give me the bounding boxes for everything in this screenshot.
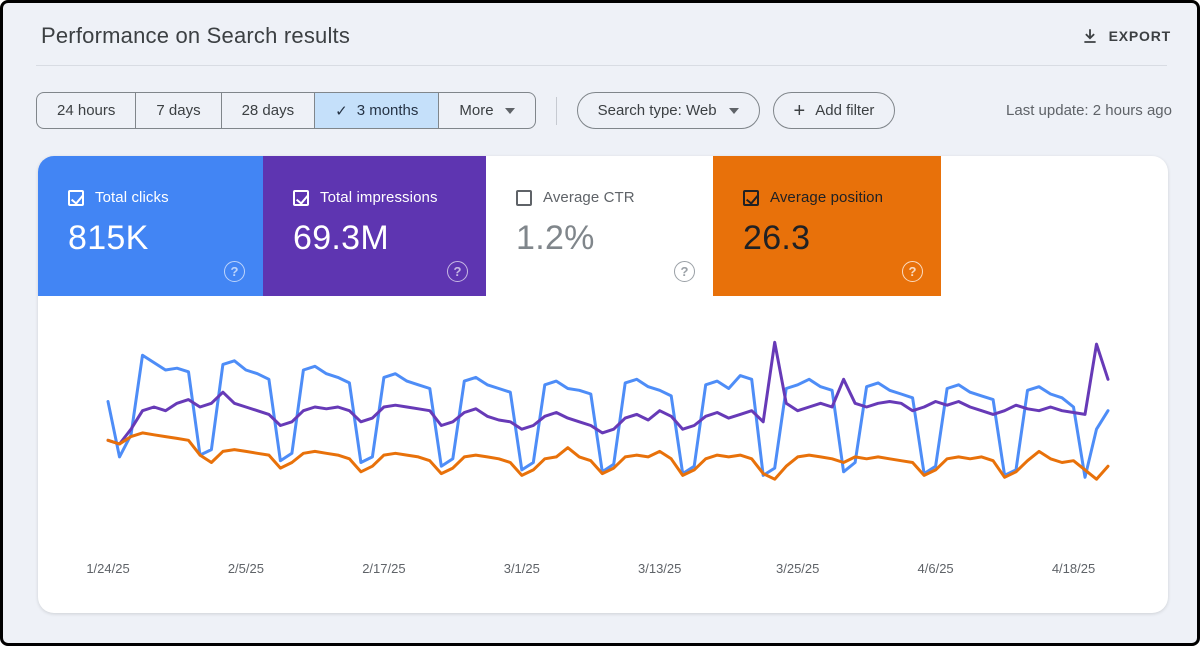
metric-label: Average CTR [543,189,635,206]
metric-tile-total-impressions[interactable]: Total impressions 69.3M ? [263,156,486,296]
help-icon[interactable]: ? [674,261,695,282]
date-range-24-hours[interactable]: ✓ 24 hours [36,92,136,129]
metric-value: 26.3 [743,219,941,258]
date-range-28-days[interactable]: ✓ 28 days [222,92,316,129]
divider [556,97,557,125]
chevron-down-icon [505,108,515,114]
export-button[interactable]: EXPORT [1081,27,1171,45]
metric-label: Average position [770,189,883,206]
performance-line-chart[interactable]: 1/24/25 2/5/25 2/17/25 3/1/25 3/13/25 3/25/25… [38,296,1168,613]
date-range-7-days[interactable]: ✓ 7 days [136,92,221,129]
x-axis-label: 3/13/25 [638,561,681,576]
total-clicks-checkbox[interactable] [68,190,84,206]
chevron-down-icon [729,108,739,114]
metric-value: 815K [68,219,263,258]
metric-label: Total clicks [95,189,169,206]
date-range-3-months[interactable]: ✓ 3 months [315,92,439,129]
x-axis-label: 3/1/25 [504,561,540,576]
metric-tiles: Total clicks 815K ? Total impressions 69… [38,156,1168,296]
performance-card: Total clicks 815K ? Total impressions 69… [38,156,1168,613]
x-axis-label: 2/5/25 [228,561,264,576]
chart-area[interactable]: 1/24/25 2/5/25 2/17/25 3/1/25 3/13/25 3/25/25… [38,296,1168,613]
x-axis-label: 1/24/25 [86,561,129,576]
page: Performance on Search results EXPORT ✓ 2… [0,0,1200,646]
metric-value: 69.3M [293,219,486,258]
average-ctr-checkbox[interactable] [516,190,532,206]
download-icon [1081,27,1099,45]
chip-label: 28 days [242,102,295,119]
help-icon[interactable]: ? [224,261,245,282]
help-icon[interactable]: ? [447,261,468,282]
metric-tile-average-ctr[interactable]: Average CTR 1.2% ? [486,156,713,296]
help-icon[interactable]: ? [902,261,923,282]
check-icon: ✓ [335,102,348,120]
last-update-text: Last update: 2 hours ago [1006,102,1172,119]
metric-tile-total-clicks[interactable]: Total clicks 815K ? [38,156,263,296]
line-clicks [108,355,1108,477]
x-axis-label: 4/18/25 [1052,561,1095,576]
line-position [108,433,1108,479]
header-divider [36,65,1167,66]
date-range-more[interactable]: ✓ More [439,92,535,129]
header: Performance on Search results EXPORT [3,3,1197,65]
average-position-checkbox[interactable] [743,190,759,206]
x-axis-label: 3/25/25 [776,561,819,576]
chip-label: 3 months [357,102,419,119]
metric-tile-average-position[interactable]: Average position 26.3 ? [713,156,941,296]
x-axis-label: 4/6/25 [918,561,954,576]
total-impressions-checkbox[interactable] [293,190,309,206]
metric-value: 1.2% [516,219,713,258]
line-impressions [108,342,1108,444]
search-type-label: Search type: Web [598,102,717,119]
date-range-group: ✓ 24 hours ✓ 7 days ✓ 28 days ✓ 3 months… [36,92,536,129]
add-filter-button[interactable]: + Add filter [773,92,896,129]
metric-label: Total impressions [320,189,438,206]
page-title: Performance on Search results [41,23,350,49]
export-label: EXPORT [1109,28,1171,44]
chip-label: 7 days [156,102,200,119]
search-type-dropdown[interactable]: Search type: Web [577,92,760,129]
plus-icon: + [794,101,806,121]
add-filter-label: Add filter [815,102,874,119]
filter-bar: ✓ 24 hours ✓ 7 days ✓ 28 days ✓ 3 months… [36,92,1172,129]
chip-label: More [459,102,493,119]
x-axis-label: 2/17/25 [362,561,405,576]
chip-label: 24 hours [57,102,115,119]
